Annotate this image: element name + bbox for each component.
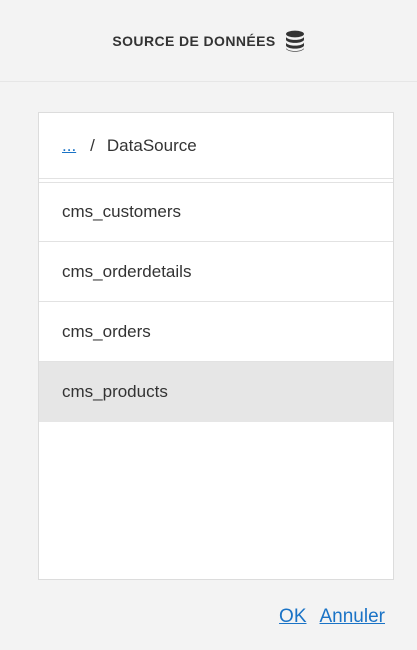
database-icon (285, 30, 305, 52)
list-item-label: cms_products (62, 382, 168, 401)
breadcrumb-current: DataSource (106, 135, 197, 155)
datasource-list: ... / DataSource cms_customers cms_order… (38, 112, 394, 580)
breadcrumb-up-link[interactable]: ... (62, 136, 76, 156)
breadcrumb-separator: / (90, 135, 95, 155)
dialog-header: SOURCE DE DONNÉES (0, 0, 417, 82)
ok-button[interactable]: OK (279, 606, 306, 628)
dialog-actions: OK Annuler (279, 606, 385, 628)
list-item-cms-products[interactable]: cms_products (39, 362, 393, 422)
list-item-cms-orders[interactable]: cms_orders (39, 302, 393, 362)
breadcrumb: ... / DataSource (39, 113, 393, 179)
list-item-cms-customers[interactable]: cms_customers (39, 182, 393, 242)
dialog-title: SOURCE DE DONNÉES (112, 32, 276, 49)
list-item-label: cms_orderdetails (62, 261, 192, 281)
list-item-cms-orderdetails[interactable]: cms_orderdetails (39, 242, 393, 302)
list-item-label: cms_customers (62, 202, 182, 221)
list-item-label: cms_orders (62, 321, 151, 341)
cancel-button[interactable]: Annuler (320, 606, 386, 628)
datasource-dialog: SOURCE DE DONNÉES ... / DataSource cms_c… (0, 0, 417, 650)
